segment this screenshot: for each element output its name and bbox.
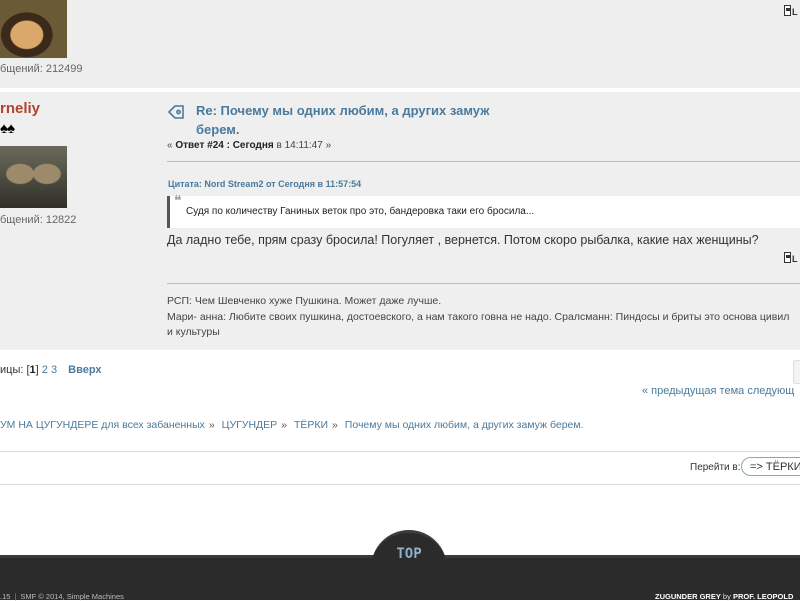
quote-icon: ❝ — [174, 194, 182, 209]
signature-line: Мари- анна: Любите своих пушкина, достое… — [167, 310, 790, 323]
prev-next-topic[interactable]: « предыдущая тема следующ — [642, 385, 794, 397]
edge-button[interactable] — [793, 360, 800, 384]
signature-line: и культуры — [167, 326, 220, 338]
avatar — [0, 146, 67, 208]
report-icon[interactable]: L — [784, 252, 798, 264]
signature-line: РСП: Чем Шевченко хуже Пушкина. Может да… — [167, 295, 442, 307]
jump-select[interactable]: => ТЁРКИ — [741, 457, 800, 476]
poster-name[interactable]: rneliy — [0, 100, 40, 117]
divider — [167, 161, 800, 162]
reply-meta: « Ответ #24 : Сегодня в 14:11:47 » — [167, 140, 332, 151]
quote-text: Судя по количеству Ганиных веток про это… — [186, 206, 535, 217]
page-link-3[interactable]: 3 — [51, 364, 57, 376]
signature: РСП: Чем Шевченко хуже Пушкина. Может да… — [167, 294, 800, 341]
go-up-link[interactable]: Вверх — [68, 364, 101, 376]
jump-label: Перейти в: — [690, 462, 741, 473]
jump-bar — [0, 451, 800, 485]
quote-header[interactable]: Цитата: Nord Stream2 от Сегодня в 11:57:… — [168, 179, 361, 189]
breadcrumb-board[interactable]: ЦУГУНДЕР — [222, 419, 278, 431]
post-subject[interactable]: Re: Почему мы одних любим, а других заму… — [196, 101, 496, 139]
avatar — [0, 0, 67, 58]
breadcrumb: УМ НА ЦУГУНДЕРЕ для всех забаненных» ЦУГ… — [0, 419, 584, 431]
top-button[interactable]: TOP — [371, 546, 447, 562]
rank-stars: ♠♠ — [0, 120, 15, 137]
post-count: бщений: 12822 — [0, 214, 77, 226]
report-icon[interactable]: L — [784, 5, 798, 17]
breadcrumb-subboard[interactable]: ТЁРКИ — [294, 419, 328, 431]
page-link-2[interactable]: 2 — [42, 364, 48, 376]
post-body: Да ладно тебе, прям сразу бросила! Погул… — [167, 233, 759, 247]
pagination: ицы: [1] 2 3 Вверх — [0, 364, 102, 376]
signature-divider — [167, 283, 800, 284]
reply-label[interactable]: Ответ #24 : Сегодня — [175, 140, 273, 151]
post-count: бщений: 212499 — [0, 63, 83, 75]
topic-icon — [167, 105, 184, 119]
previous-post — [0, 0, 800, 88]
breadcrumb-topic[interactable]: Почему мы одних любим, а других замуж бе… — [345, 419, 584, 431]
breadcrumb-forum[interactable]: УМ НА ЦУГУНДЕРЕ для всех забаненных — [0, 419, 205, 431]
